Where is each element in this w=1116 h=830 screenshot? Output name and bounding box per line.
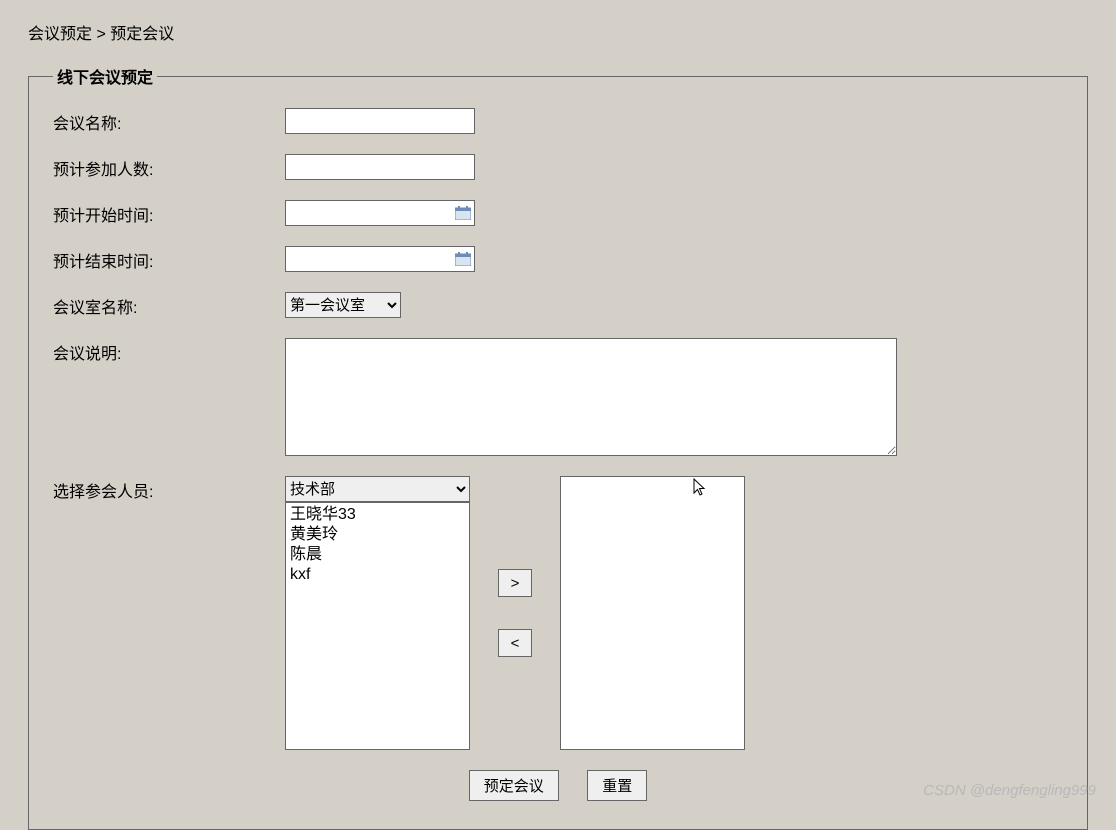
available-listbox[interactable]: 王晓华33 黄美玲 陈晨 kxf [285, 502, 470, 750]
form-legend: 线下会议预定 [53, 64, 157, 88]
participants-label: 选择参会人员: [53, 476, 285, 502]
description-label: 会议说明: [53, 338, 285, 364]
submit-button[interactable]: 预定会议 [469, 770, 559, 801]
breadcrumb: 会议预定 > 预定会议 [28, 20, 1088, 44]
list-item[interactable]: 王晓华33 [290, 505, 465, 525]
room-label: 会议室名称: [53, 292, 285, 318]
department-select[interactable]: 技术部 [285, 476, 470, 502]
list-item[interactable]: 陈晨 [290, 545, 465, 565]
start-time-input[interactable] [285, 200, 475, 226]
description-input[interactable] [285, 338, 897, 456]
add-button[interactable]: > [498, 569, 532, 597]
booking-form: 线下会议预定 会议名称: 预计参加人数: 预计开始时间: 预计结束时间: 会议室… [28, 64, 1088, 830]
meeting-name-label: 会议名称: [53, 108, 285, 134]
start-time-label: 预计开始时间: [53, 200, 285, 226]
reset-button[interactable]: 重置 [587, 770, 647, 801]
breadcrumb-level2[interactable]: 预定会议 [110, 26, 174, 43]
breadcrumb-separator: > [96, 26, 105, 43]
attendee-count-input[interactable] [285, 154, 475, 180]
end-time-input[interactable] [285, 246, 475, 272]
meeting-name-input[interactable] [285, 108, 475, 134]
selected-listbox[interactable] [560, 476, 745, 750]
remove-button[interactable]: < [498, 629, 532, 657]
list-item[interactable]: kxf [290, 565, 465, 585]
list-item[interactable]: 黄美玲 [290, 525, 465, 545]
end-time-label: 预计结束时间: [53, 246, 285, 272]
breadcrumb-level1[interactable]: 会议预定 [28, 26, 92, 43]
attendee-count-label: 预计参加人数: [53, 154, 285, 180]
room-select[interactable]: 第一会议室 [285, 292, 401, 318]
